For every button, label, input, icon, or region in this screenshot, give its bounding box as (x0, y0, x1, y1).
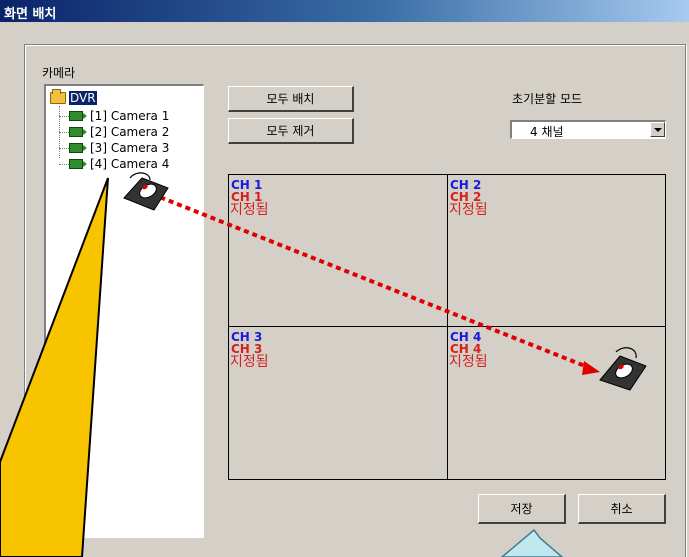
save-button[interactable]: 저장 (478, 494, 566, 524)
tree-item-camera-4[interactable]: [4] Camera 4 (59, 156, 169, 172)
camera-icon (69, 159, 87, 169)
camera-group-label: 카메라 (42, 66, 76, 80)
assign-all-button[interactable]: 모두 배치 (228, 86, 354, 112)
tree-root-dvr[interactable]: DVR (50, 89, 97, 106)
folder-icon (50, 89, 66, 104)
channel-grid: CH 1 CH 1 지정됨 CH 2 CH 2 지정됨 CH 3 CH 3 지정… (228, 174, 666, 480)
cell-status: 지정됨 (230, 354, 269, 370)
cell-status: 지정됨 (230, 202, 269, 218)
combo-arrow-icon[interactable] (650, 122, 665, 137)
grid-cell-2[interactable]: CH 2 CH 2 지정됨 (448, 175, 665, 326)
camera-icon (69, 111, 87, 121)
tree-item-camera-2[interactable]: [2] Camera 2 (59, 124, 169, 140)
split-mode-value: 4 채널 (530, 125, 564, 139)
split-mode-select[interactable]: 4 채널 (510, 120, 666, 139)
grid-divider-vertical (447, 175, 448, 479)
title-bar: 화면 배치 (0, 0, 689, 22)
grid-cell-3[interactable]: CH 3 CH 3 지정됨 (229, 327, 447, 479)
cell-channel-label: CH 4 (450, 330, 482, 344)
tree-item-label: [2] Camera 2 (90, 125, 170, 139)
cell-channel-label: CH 1 (231, 178, 263, 192)
screen-layout-window: 화면 배치 카메라 DVR [1] Camera 1 [2] Camera 2 … (0, 0, 689, 557)
grid-divider-horizontal (229, 326, 665, 327)
tree-root-label: DVR (69, 91, 97, 105)
window-title: 화면 배치 (4, 7, 57, 22)
remove-all-button[interactable]: 모두 제거 (228, 118, 354, 144)
tree-item-label: [4] Camera 4 (90, 157, 170, 171)
tree-item-label: [3] Camera 3 (90, 141, 170, 155)
camera-icon (69, 143, 87, 153)
cell-status: 지정됨 (449, 202, 488, 218)
camera-tree[interactable]: DVR [1] Camera 1 [2] Camera 2 [3] Camera… (44, 84, 204, 538)
cancel-button[interactable]: 취소 (578, 494, 666, 524)
split-mode-label: 초기분할 모드 (512, 92, 583, 106)
cell-channel-label: CH 2 (450, 178, 482, 192)
tree-item-label: [1] Camera 1 (90, 109, 170, 123)
cell-channel-label: CH 3 (231, 330, 263, 344)
grid-cell-4[interactable]: CH 4 CH 4 지정됨 (448, 327, 665, 479)
grid-cell-1[interactable]: CH 1 CH 1 지정됨 (229, 175, 447, 326)
cell-status: 지정됨 (449, 354, 488, 370)
tree-item-camera-1[interactable]: [1] Camera 1 (59, 108, 169, 124)
camera-icon (69, 127, 87, 137)
tree-item-camera-3[interactable]: [3] Camera 3 (59, 140, 169, 156)
